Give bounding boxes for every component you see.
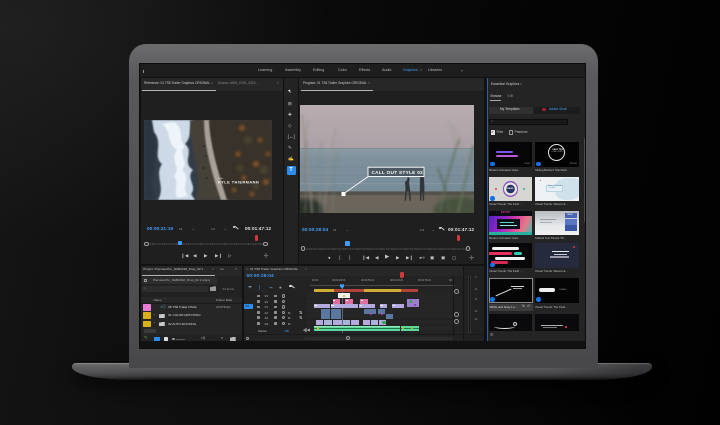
svg-text:KYLE THIERMANN: KYLE THIERMANN <box>218 180 259 185</box>
svg-text:CALL OUT STYLE 02: CALL OUT STYLE 02 <box>372 170 424 175</box>
svg-text:Surfer: Surfer <box>218 178 224 180</box>
